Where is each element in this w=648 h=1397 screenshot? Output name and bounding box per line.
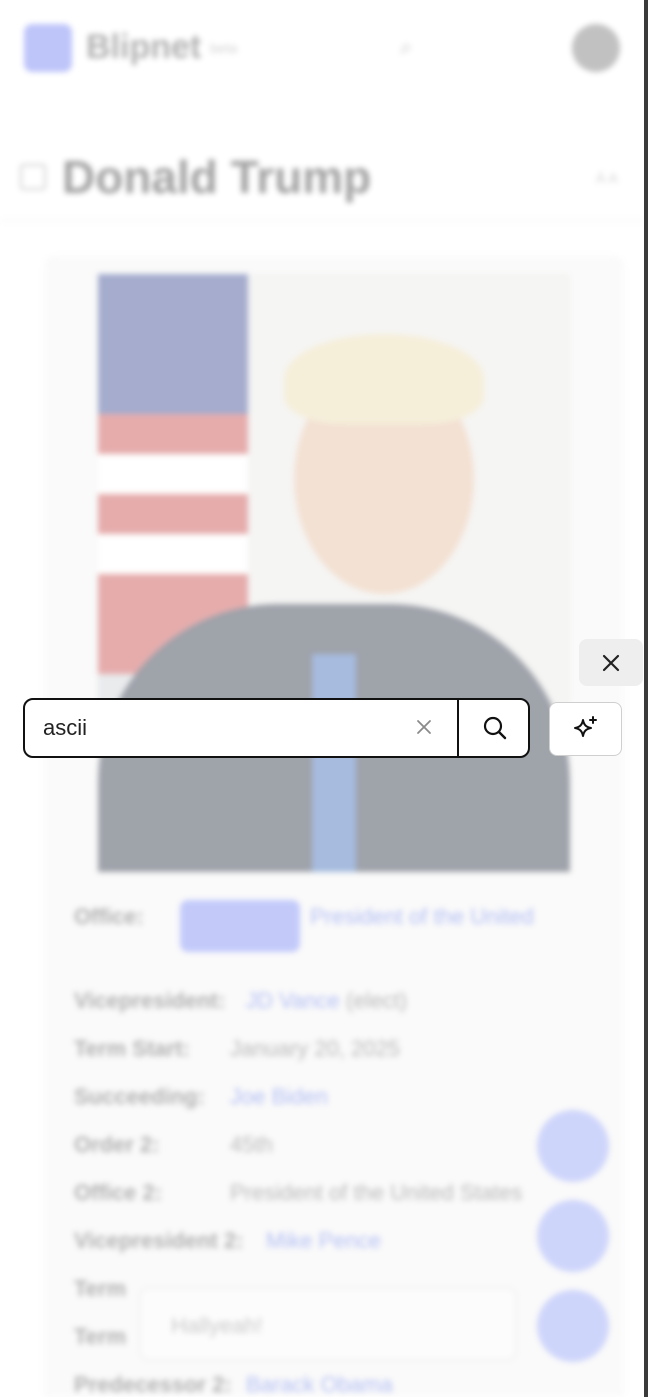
window-edge	[644, 0, 648, 1397]
fab-button	[537, 1200, 609, 1272]
ai-search-button[interactable]	[549, 702, 622, 756]
info-label: Term	[74, 1324, 127, 1349]
info-value: President of the United States	[230, 1180, 523, 1205]
portrait-tie	[312, 654, 356, 872]
info-value: Mike Pence	[266, 1228, 381, 1253]
info-label: Order 2:	[74, 1132, 160, 1157]
fab-button	[537, 1290, 609, 1362]
info-value: Joe Biden	[230, 1084, 328, 1109]
chat-input: Hallyeah!	[140, 1288, 516, 1360]
info-label: Predecessor 2:	[74, 1372, 232, 1397]
menu-icon	[20, 164, 46, 190]
search-input[interactable]	[43, 700, 403, 756]
portrait-image	[98, 274, 570, 872]
chat-input-placeholder: Hallyeah!	[171, 1313, 263, 1338]
app-logo	[24, 24, 72, 72]
sparkle-icon	[573, 716, 597, 737]
search-box	[23, 698, 530, 758]
info-value: January 20, 2025	[230, 1036, 401, 1061]
party-pill	[180, 900, 300, 952]
info-value: President of the United	[310, 904, 534, 929]
clear-icon[interactable]	[411, 714, 437, 740]
info-value: Barack Obama	[246, 1372, 393, 1397]
page-title: Donald Trump	[62, 151, 372, 203]
info-label: Office:	[74, 904, 144, 929]
info-value: JD Vance	[246, 988, 340, 1013]
close-search-button[interactable]	[579, 639, 643, 686]
portrait-hair	[284, 334, 484, 424]
info-label: Vicepresident:	[74, 988, 226, 1013]
clear-x-icon	[417, 720, 431, 734]
language-icon: Á A	[596, 170, 618, 186]
info-extra: (elect)	[346, 988, 408, 1013]
info-label: Office 2:	[74, 1180, 163, 1205]
info-label: Term Start:	[74, 1036, 190, 1061]
search-icon	[483, 716, 506, 740]
info-label: Succeeding:	[74, 1084, 205, 1109]
header-search-icon: ⌕	[400, 34, 413, 59]
info-label: Vicepresident 2:	[74, 1228, 244, 1253]
info-label: Term	[74, 1276, 127, 1301]
title-row: Donald Trump Á A	[0, 130, 644, 221]
avatar	[572, 24, 620, 72]
app-logo-text: Blipnet	[86, 28, 202, 66]
search-button[interactable]	[459, 700, 528, 756]
app-logo-sub: beta	[210, 40, 238, 56]
info-value: 45th	[230, 1132, 273, 1157]
fab-button	[537, 1110, 609, 1182]
app-header: Blipnet beta ⌕	[0, 0, 644, 96]
close-icon	[602, 654, 620, 671]
